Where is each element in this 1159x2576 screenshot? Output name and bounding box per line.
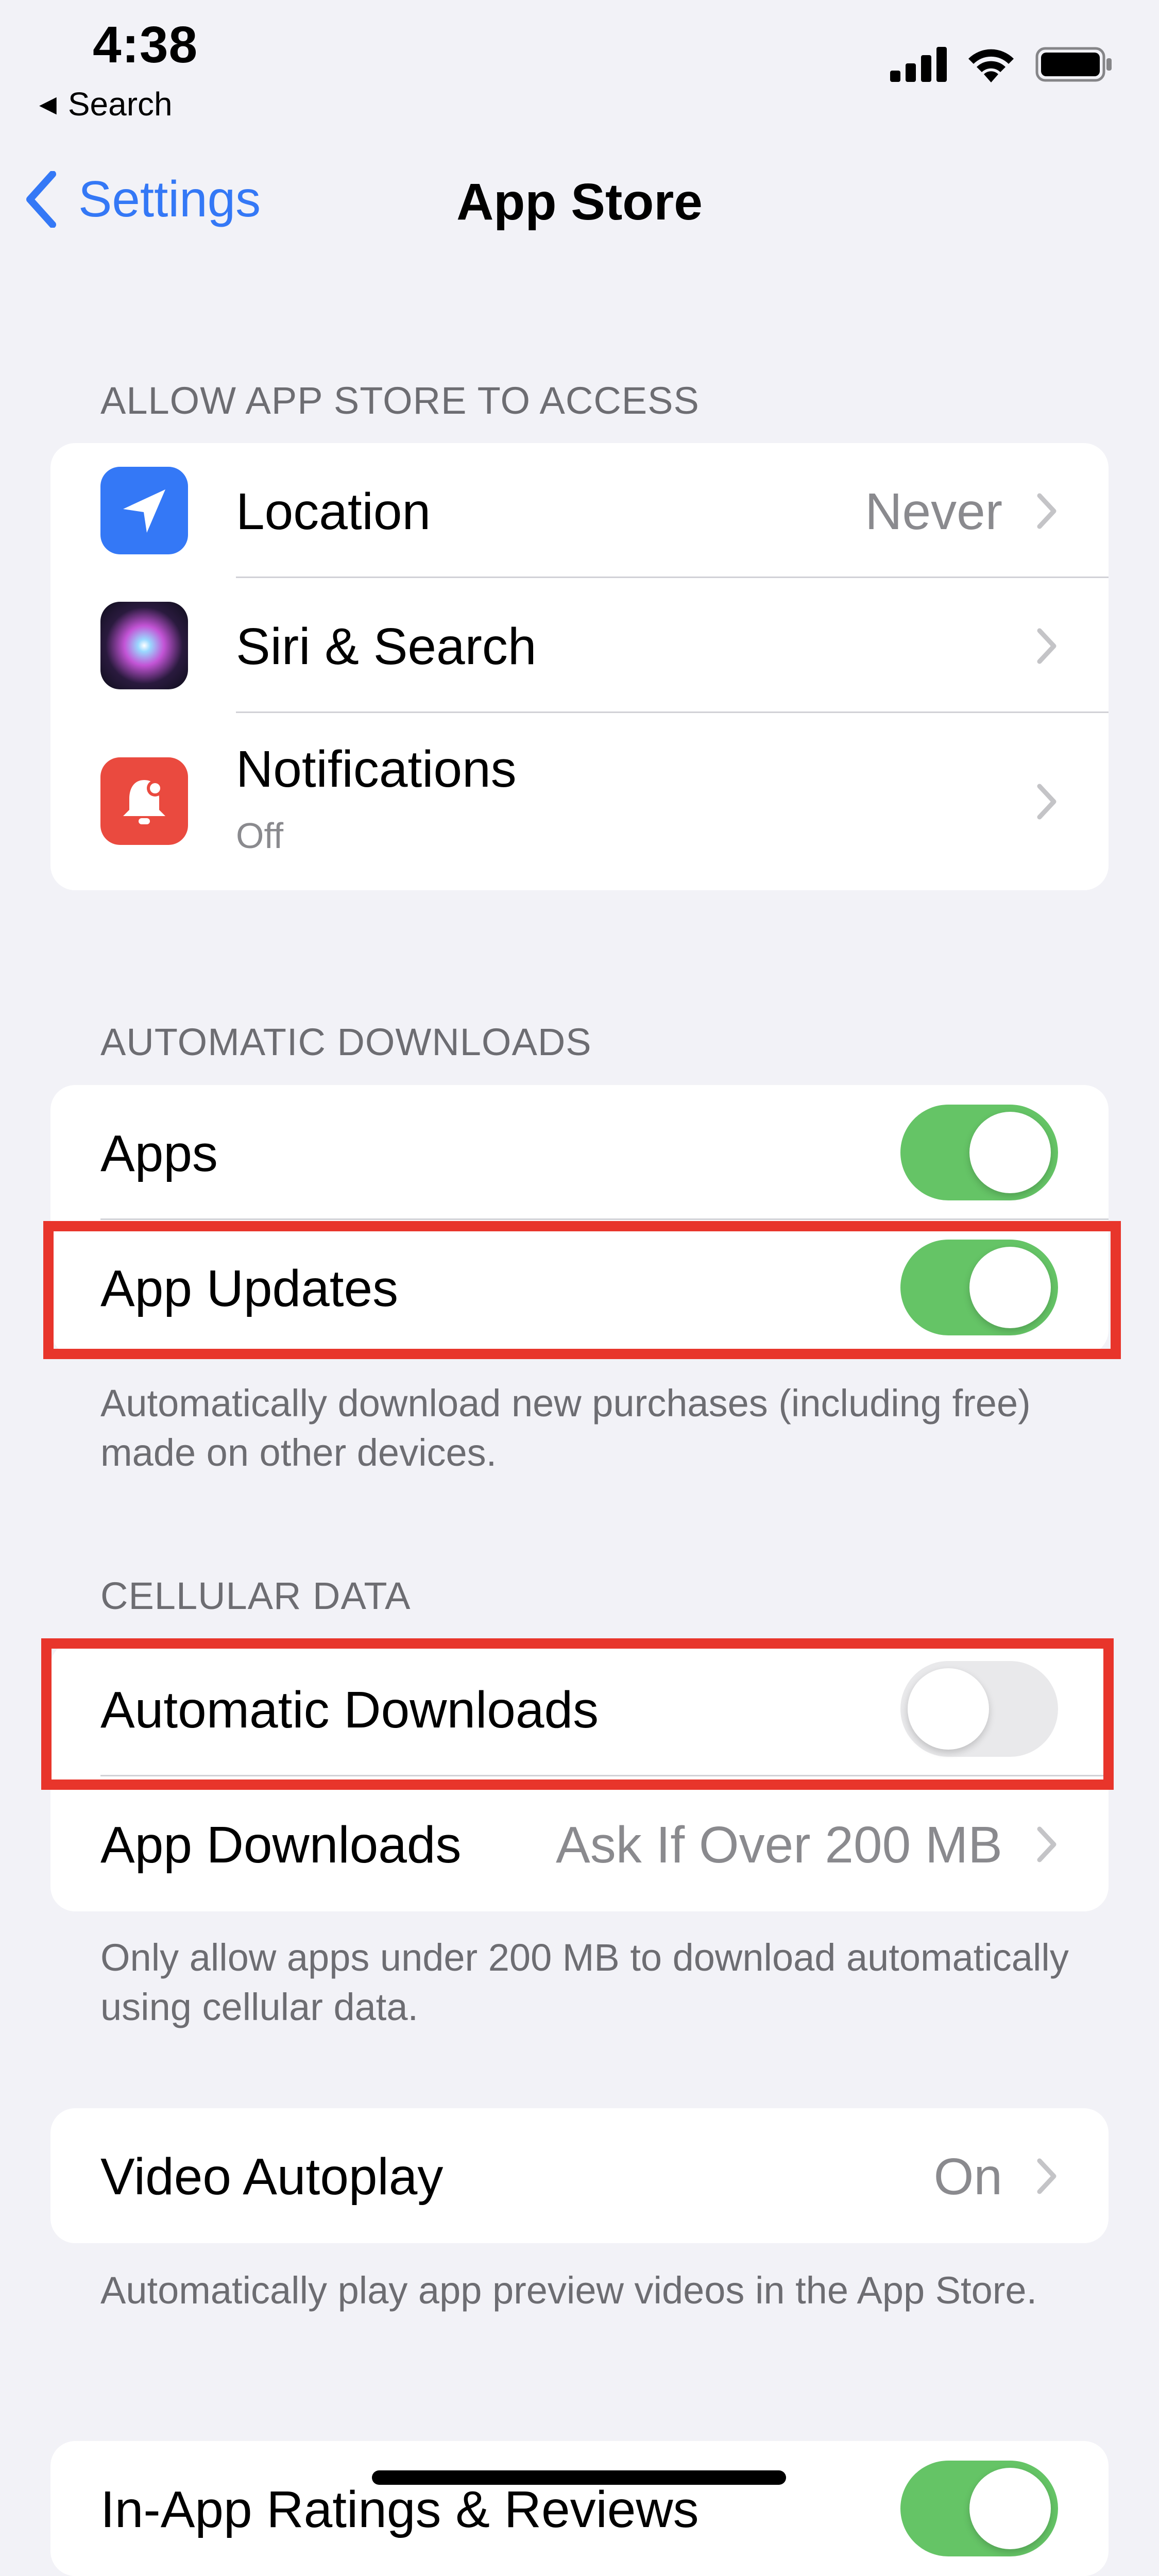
video-autoplay-group: Video Autoplay On (50, 2108, 1109, 2243)
video-autoplay-label: Video Autoplay (100, 2148, 444, 2206)
video-autoplay-row[interactable]: Video Autoplay On (50, 2108, 1109, 2243)
video-autoplay-footer: Automatically play app preview videos in… (100, 2269, 1037, 2312)
location-row[interactable]: Location Never (50, 443, 1109, 578)
highlight-app-updates (43, 1221, 1121, 1359)
section-header-automatic-downloads: AUTOMATIC DOWNLOADS (100, 1021, 592, 1063)
status-time: 4:38 (93, 16, 198, 74)
back-to-search-button[interactable]: ◀ Search (39, 85, 173, 123)
app-downloads-label: App Downloads (100, 1816, 462, 1874)
siri-icon (100, 602, 188, 689)
back-to-search-label: Search (67, 86, 173, 123)
back-triangle-icon: ◀ (39, 91, 57, 117)
section-header-access: ALLOW APP STORE TO ACCESS (100, 379, 700, 422)
notifications-row[interactable]: Notifications Off (50, 713, 1109, 890)
apps-row: Apps (50, 1085, 1109, 1220)
cellular-data-footer: Only allow apps under 200 MB to download… (100, 1936, 1069, 2028)
ratings-group: In-App Ratings & Reviews (50, 2441, 1109, 2576)
highlight-automatic-downloads (41, 1638, 1114, 1790)
app-downloads-row[interactable]: App Downloads Ask If Over 200 MB (50, 1776, 1109, 1911)
notification-bell-icon (100, 757, 188, 845)
chevron-right-icon (1037, 2158, 1056, 2194)
chevron-right-icon (1037, 784, 1056, 820)
page-title: App Store (456, 173, 703, 231)
access-group: Location Never Siri & Search Notificatio… (50, 443, 1109, 890)
siri-search-row[interactable]: Siri & Search (50, 578, 1109, 713)
video-autoplay-value: On (933, 2148, 1002, 2206)
wifi-icon (968, 49, 1014, 82)
status-icons (890, 46, 1113, 82)
ratings-toggle[interactable] (900, 2461, 1058, 2556)
location-value: Never (865, 483, 1002, 540)
ratings-row: In-App Ratings & Reviews (50, 2441, 1109, 2576)
location-arrow-icon (100, 467, 188, 554)
siri-search-label: Siri & Search (236, 618, 537, 675)
battery-icon (1035, 47, 1112, 82)
notifications-status: Off (236, 816, 284, 856)
automatic-downloads-footer: Automatically download new purchases (in… (100, 1382, 1031, 1474)
location-label: Location (236, 483, 431, 540)
chevron-right-icon (1037, 628, 1056, 664)
apps-label: Apps (100, 1125, 218, 1182)
cellular-signal-icon (890, 47, 947, 82)
notifications-label: Notifications (236, 740, 517, 798)
chevron-right-icon (1037, 493, 1056, 529)
app-downloads-value: Ask If Over 200 MB (556, 1816, 1002, 1874)
section-header-cellular-data: CELLULAR DATA (100, 1574, 411, 1617)
apps-toggle[interactable] (900, 1105, 1058, 1200)
chevron-right-icon (1037, 1826, 1056, 1862)
home-indicator[interactable] (372, 2470, 786, 2485)
